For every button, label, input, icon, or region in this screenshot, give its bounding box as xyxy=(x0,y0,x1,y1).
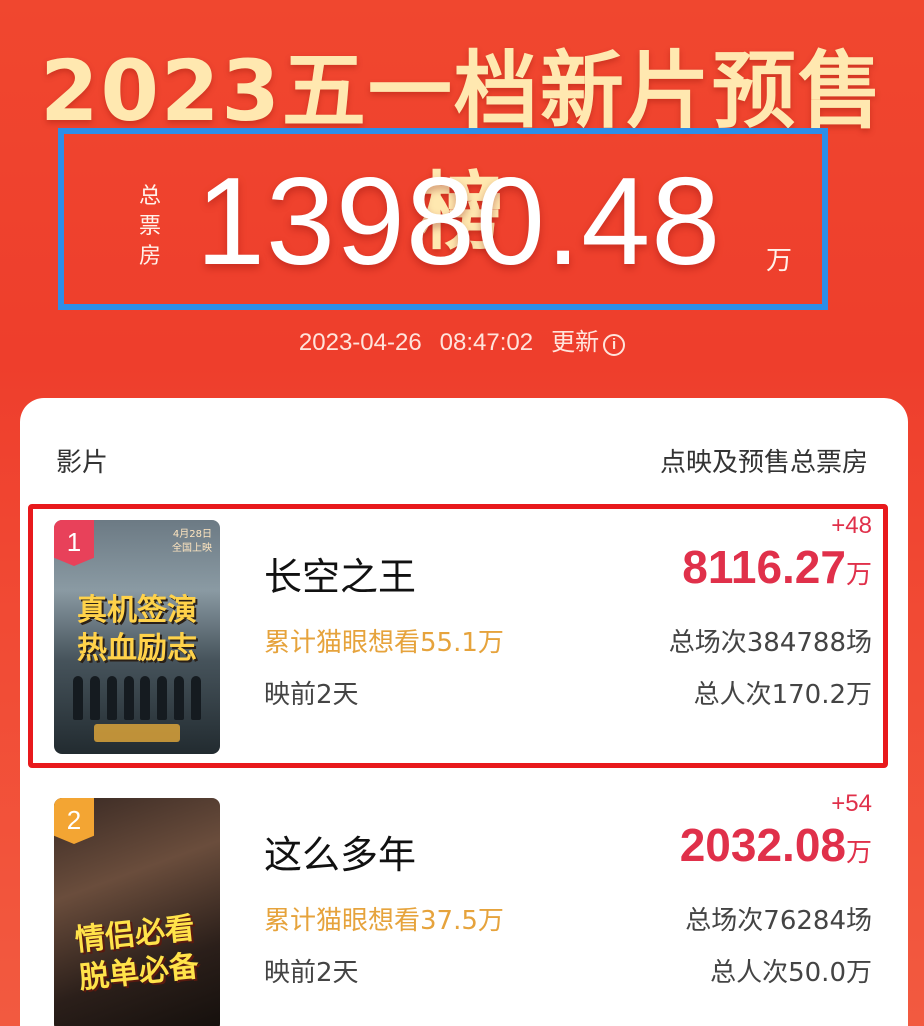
gross-delta: +54 xyxy=(831,790,872,817)
total-label-text: 总票房 xyxy=(138,184,161,269)
gross-delta: +48 xyxy=(831,512,872,539)
presale-gross-value: 8116.27 xyxy=(682,541,846,593)
presale-gross-value: 2032.08 xyxy=(679,819,846,871)
hero-header: 2023五一档新片预售榜 总票房 13980.48 万 2023-04-26 08… xyxy=(0,0,924,400)
column-header-movie: 影片 xyxy=(56,448,109,478)
movie-row[interactable]: 1 4月28日 全国上映 真机签演 热血励志 长空之王 累计猫眼想看55.1万 … xyxy=(28,504,900,770)
total-box-highlight: 总票房 13980.48 万 xyxy=(58,128,828,310)
poster-slogan: 情侣必看 脱单必备 xyxy=(54,908,219,1000)
update-date: 2023-04-26 xyxy=(298,329,422,356)
movie-title[interactable]: 这么多年 xyxy=(264,824,416,879)
days-before-release: 映前2天 xyxy=(264,680,359,710)
movie-row[interactable]: 2 情侣必看 脱单必备 这么多年 累计猫眼想看37.5万 映前2天 +54 20… xyxy=(28,782,900,1026)
poster-note-line: 全国上映 xyxy=(172,543,212,554)
total-shows: 总场次384788场 xyxy=(668,628,872,658)
info-icon[interactable]: i xyxy=(603,334,626,356)
poster-figures xyxy=(70,676,204,722)
poster-note-line: 4月28日 xyxy=(172,529,212,540)
rank-badge: 2 xyxy=(54,798,94,844)
want-to-watch-count: 累计猫眼想看55.1万 xyxy=(264,628,504,658)
movie-poster[interactable]: 1 4月28日 全国上映 真机签演 热血励志 xyxy=(54,520,220,754)
movie-title[interactable]: 长空之王 xyxy=(264,546,416,601)
poster-logo xyxy=(94,724,180,742)
poster-slogan-line: 热血励志 xyxy=(77,631,197,666)
total-box-office-value: 13980.48 xyxy=(196,153,722,291)
poster-release-note: 4月28日 全国上映 xyxy=(172,528,212,556)
total-unit: 万 xyxy=(766,246,793,276)
poster-slogan: 真机签演 热血励志 xyxy=(58,592,216,668)
want-to-watch-count: 累计猫眼想看37.5万 xyxy=(264,906,504,936)
update-label: 更新 xyxy=(551,328,600,356)
ranking-card: 影片 点映及预售总票房 1 4月28日 全国上映 真机签演 热血励志 长空之王 … xyxy=(20,398,908,1026)
presale-gross-unit: 万 xyxy=(845,560,872,590)
total-admissions: 总人次170.2万 xyxy=(693,680,872,710)
total-shows: 总场次76284场 xyxy=(685,906,872,936)
total-label: 总票房 xyxy=(130,182,170,272)
movie-poster[interactable]: 2 情侣必看 脱单必备 xyxy=(54,798,220,1026)
rank-badge: 1 xyxy=(54,520,94,566)
presale-gross: 2032.08万 xyxy=(680,818,872,872)
update-time-row: 2023-04-26 08:47:02 更新 i xyxy=(0,322,924,357)
days-before-release: 映前2天 xyxy=(264,958,359,988)
presale-gross-unit: 万 xyxy=(845,838,872,868)
total-admissions: 总人次50.0万 xyxy=(710,958,872,988)
poster-slogan-line: 真机签演 xyxy=(77,593,197,628)
presale-gross: 8116.27万 xyxy=(682,540,872,594)
update-time: 08:47:02 xyxy=(439,329,534,356)
column-header-box-office: 点映及预售总票房 xyxy=(659,448,868,478)
